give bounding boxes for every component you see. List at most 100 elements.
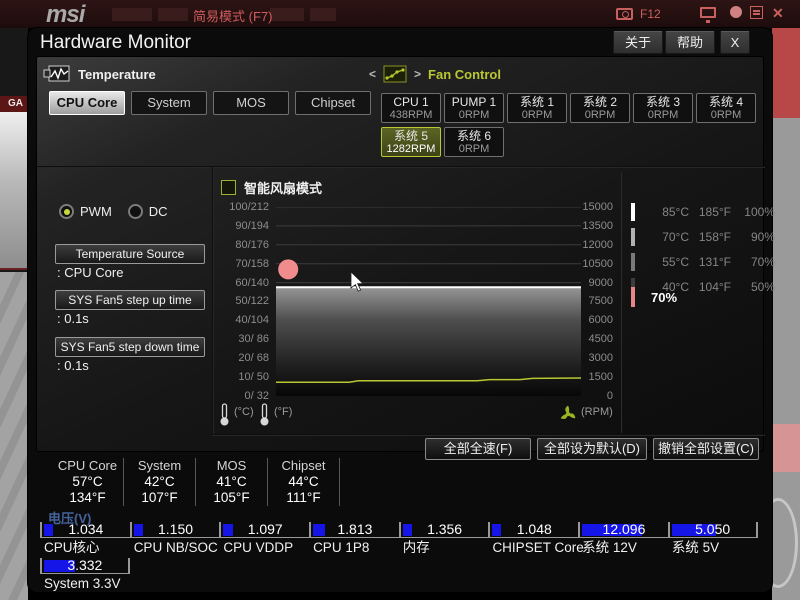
voltage-name: 系统 12V [582, 540, 637, 555]
duty-fahrenheit: 185°F [698, 204, 731, 219]
dialog-close-button[interactable]: X [720, 31, 750, 54]
dim-text-block [270, 8, 304, 21]
fan-curve-chart[interactable] [276, 207, 581, 396]
fan-mode-radios: PWM DC [59, 204, 178, 219]
temperature-tab[interactable]: Chipset [295, 91, 371, 115]
pwm-radio[interactable] [59, 204, 74, 219]
fan-control-panel: Temperature < > Fan Control CPU Core Sys… [36, 56, 775, 460]
fan-button[interactable]: CPU 1 438RPM [381, 93, 441, 123]
bios-left-edge: GA [0, 28, 28, 600]
sensor-celsius: 44°C [288, 474, 319, 489]
voltage-value: 1.813 [337, 521, 373, 537]
fan-button[interactable]: 系统 3 0RPM [633, 93, 693, 123]
duty-percent: 100% [744, 204, 775, 219]
temperature-tab[interactable]: MOS [213, 91, 289, 115]
dc-label: DC [148, 204, 168, 219]
right-axis-tick: 9000 [588, 276, 613, 289]
voltage-value: 1.048 [516, 521, 552, 537]
smart-fan-mode-row: 智能风扇模式 [221, 178, 322, 197]
sensor-name: Chipset [281, 458, 326, 473]
left-axis-tick: 100/212 [229, 201, 269, 213]
voltage-row-2: 3.332 System 3.3V [40, 558, 130, 592]
monitor-icon[interactable] [700, 7, 716, 23]
dialog-title: Hardware Monitor [40, 32, 191, 53]
voltage-row-1: 1.034 CPU核心 1.150 CPU NB/SOC 1.097 CPU V… [40, 522, 758, 556]
temperature-tab[interactable]: CPU Core [49, 91, 125, 115]
voltage-gauge: 3.332 System 3.3V [40, 558, 130, 592]
fan-name: 系统 3 [645, 95, 680, 109]
about-button[interactable]: 关于 [613, 31, 663, 54]
fan-button[interactable]: PUMP 1 0RPM [444, 93, 504, 123]
right-axis-tick: 13500 [582, 219, 613, 232]
left-axis-tick: 40/104 [235, 314, 269, 327]
left-axis-tick: 80/176 [235, 238, 269, 251]
fan-button[interactable]: 系统 6 0RPM [444, 127, 504, 157]
dim-text-block [310, 8, 336, 21]
voltage-name: System 3.3V [44, 576, 121, 591]
language-icon[interactable] [750, 6, 763, 19]
voltage-gauge: 12.096 系统 12V [578, 522, 668, 556]
fan-button[interactable]: 系统 2 0RPM [570, 93, 630, 123]
right-axis-tick: 12000 [582, 238, 613, 251]
dc-radio[interactable] [127, 204, 143, 219]
voltage-value: 5.050 [695, 521, 731, 537]
temperature-tab[interactable]: System [131, 91, 207, 115]
hardware-monitor-dialog: Hardware Monitor 关于 帮助 X Temperature < >… [28, 28, 775, 592]
easy-mode-button[interactable]: 简易模式 (F7) [193, 6, 272, 25]
right-axis-tick: 6000 [588, 314, 613, 327]
duty-fahrenheit: 158°F [698, 229, 731, 244]
voltage-name: CHIPSET Core [492, 540, 584, 555]
right-axis-tick: 4500 [588, 333, 613, 346]
sensor-celsius: 57°C [72, 474, 103, 489]
right-axis-tick: 7500 [588, 295, 613, 308]
voltage-value: 3.332 [67, 557, 103, 573]
user-icon[interactable] [730, 6, 742, 18]
voltage-value: 12.096 [602, 521, 646, 537]
voltage-gauge-track: 1.813 [309, 522, 399, 538]
smart-fan-checkbox[interactable] [221, 180, 236, 195]
voltage-name: CPU VDDP [223, 540, 294, 555]
divider [37, 166, 765, 168]
voltage-gauge-track: 5.050 [667, 521, 758, 538]
celsius-thermometer-icon[interactable] [219, 403, 231, 427]
fan-name: 系统 2 [582, 95, 617, 109]
voltage-gauge-track: 1.048 [488, 521, 579, 538]
fahrenheit-thermometer-icon[interactable] [259, 403, 271, 427]
fan-button[interactable]: 系统 5 1282RPM [381, 127, 441, 157]
fan-button[interactable]: 系统 4 0RPM [696, 93, 756, 123]
voltage-gauge-track: 1.097 [219, 522, 310, 538]
right-axis-tick: 0 [606, 389, 613, 402]
temperature-source-button[interactable]: Temperature Source [55, 244, 205, 264]
fan-rpm: 1282RPM [386, 143, 436, 155]
right-axis-tick: 10500 [582, 257, 613, 270]
voltage-value: 1.034 [68, 521, 104, 537]
step-up-time-value: : 0.1s [57, 311, 89, 326]
step-up-time-button[interactable]: SYS Fan5 step up time [55, 290, 205, 310]
duty-level-bar [631, 227, 635, 246]
voltage-gauge: 1.048 CHIPSET Core [488, 521, 584, 556]
voltage-name: 系统 5V [671, 540, 720, 555]
step-down-time-button[interactable]: SYS Fan5 step down time [55, 337, 205, 357]
left-axis-tick: 10/ 50 [238, 371, 269, 384]
manual-fan-duty-point[interactable] [278, 259, 299, 280]
duty-celsius: 70°C [662, 229, 689, 244]
help-button[interactable]: 帮助 [665, 31, 715, 54]
voltage-gauge: 1.150 CPU NB/SOC [129, 522, 220, 556]
screenshot-camera-icon[interactable] [616, 8, 633, 20]
duty-level-bar [631, 252, 635, 271]
fan-name: 系统 5 [393, 129, 428, 143]
left-axis-tick: 90/194 [235, 219, 269, 232]
fan-button[interactable]: 系统 1 0RPM [507, 93, 567, 123]
temperature-reading: System 42°C 107°F [124, 458, 196, 506]
step-down-time-value: : 0.1s [57, 358, 89, 373]
right-edge-pink-panel [772, 424, 800, 472]
bios-top-bar: msi 简易模式 (F7) F12 ✕ [0, 0, 800, 28]
voltage-gauge-track: 1.356 [398, 522, 489, 538]
fan-name: 系统 6 [456, 129, 491, 143]
current-duty-percent: 70% [651, 289, 678, 305]
next-section-arrow-icon[interactable]: > [414, 67, 421, 81]
bios-close-icon[interactable]: ✕ [772, 5, 784, 22]
fan-rpm: 0RPM [458, 109, 490, 121]
prev-section-arrow-icon[interactable]: < [369, 67, 376, 81]
fan-rpm: 0RPM [584, 109, 616, 121]
